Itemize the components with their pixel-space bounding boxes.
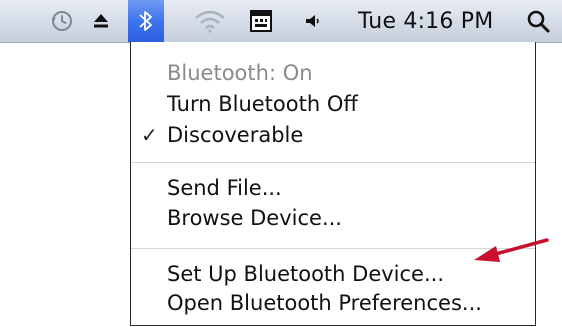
menu-item-turn-bluetooth-off[interactable]: Turn Bluetooth Off xyxy=(167,91,358,117)
checkmark-icon: ✓ xyxy=(141,123,158,147)
menu-item-send-file[interactable]: Send File... xyxy=(167,175,282,201)
menubar-clock[interactable]: Tue 4:16 PM xyxy=(358,0,493,42)
bluetooth-menu-extra[interactable] xyxy=(128,0,164,42)
bluetooth-icon xyxy=(128,0,164,42)
menu-separator xyxy=(131,248,535,249)
volume-icon[interactable] xyxy=(300,0,326,42)
eject-icon[interactable] xyxy=(86,0,116,42)
time-machine-icon[interactable] xyxy=(46,0,78,42)
screen: Tue 4:16 PM Bluetooth: On Turn Bluetooth… xyxy=(0,0,562,327)
menu-separator xyxy=(131,162,535,163)
menu-item-discoverable[interactable]: Discoverable xyxy=(167,122,303,148)
wifi-icon[interactable] xyxy=(190,0,230,42)
menu-item-open-bluetooth-preferences[interactable]: Open Bluetooth Preferences... xyxy=(167,290,482,316)
menu-item-set-up-bluetooth-device[interactable]: Set Up Bluetooth Device... xyxy=(167,261,444,287)
bluetooth-status-label: Bluetooth: On xyxy=(167,61,313,85)
keyboard-viewer-icon[interactable] xyxy=(247,0,275,42)
spotlight-icon[interactable] xyxy=(522,0,554,42)
menu-item-browse-device[interactable]: Browse Device... xyxy=(167,205,342,231)
menu-bar: Tue 4:16 PM xyxy=(0,0,562,43)
bluetooth-dropdown-menu: Bluetooth: On Turn Bluetooth Off ✓ Disco… xyxy=(130,42,536,326)
